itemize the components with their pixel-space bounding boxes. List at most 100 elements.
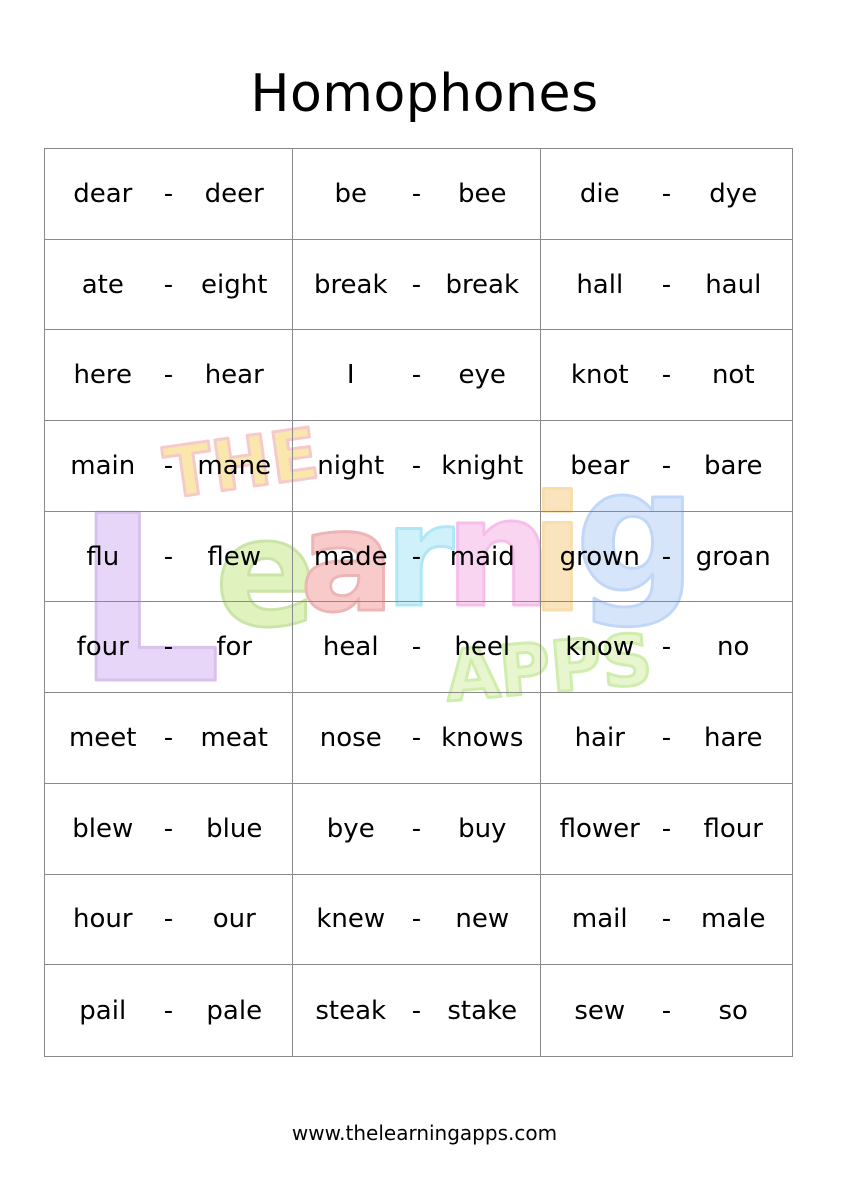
homophone-pair-cell: sew - so — [541, 965, 792, 1056]
homophone-word-first: I — [346, 360, 355, 391]
pair-separator: - — [411, 995, 422, 1026]
homophones-table: dear - deer be - bee die - dye ate - eight break - bre… — [44, 148, 793, 1057]
homophone-word-second: flew — [207, 541, 262, 572]
pair-separator: - — [411, 178, 422, 209]
pair-separator: - — [411, 269, 422, 300]
pair-separator: - — [411, 723, 422, 754]
pair-separator: - — [411, 541, 422, 572]
pair-separator: - — [411, 813, 422, 844]
homophone-word-second: haul — [705, 269, 762, 300]
pair-separator: - — [163, 995, 174, 1026]
homophone-word-first: heal — [322, 632, 379, 663]
homophone-word-first: flower — [559, 813, 640, 844]
homophone-word-second: break — [445, 269, 520, 300]
homophone-word-first: pail — [79, 995, 127, 1026]
homophone-pair-cell: I - eye — [293, 330, 541, 422]
homophone-word-second: hare — [703, 723, 763, 754]
homophone-word-first: here — [73, 360, 133, 391]
pair-separator: - — [163, 360, 174, 391]
homophone-word-second: not — [711, 360, 755, 391]
homophone-pair-cell: made - maid — [293, 511, 541, 603]
homophone-word-second: maid — [449, 541, 515, 572]
homophone-word-first: main — [70, 450, 136, 481]
homophone-pair-cell: steak - stake — [293, 965, 541, 1056]
homophone-word-second: stake — [447, 995, 518, 1026]
pair-separator: - — [163, 632, 174, 663]
homophone-word-first: four — [76, 632, 129, 663]
pair-separator: - — [661, 904, 672, 935]
homophone-word-first: nose — [319, 723, 382, 754]
homophone-word-second: flour — [703, 813, 763, 844]
homophone-word-second: knight — [441, 450, 524, 481]
homophone-pair-cell: be - bee — [293, 149, 541, 240]
homophone-word-second: heel — [454, 632, 511, 663]
homophone-word-second: no — [717, 632, 750, 663]
homophone-word-first: break — [313, 269, 388, 300]
homophone-pair-cell: four - for — [45, 602, 293, 694]
homophone-word-first: ate — [81, 269, 124, 300]
pair-separator: - — [661, 813, 672, 844]
pair-separator: - — [163, 269, 174, 300]
homophone-pair-cell: dear - deer — [45, 149, 293, 240]
homophone-word-second: eight — [201, 269, 268, 300]
homophone-pair-cell: flower - flour — [541, 784, 792, 875]
pair-separator: - — [661, 541, 672, 572]
page-title: Homophones — [250, 64, 599, 124]
homophone-word-first: knew — [316, 904, 386, 935]
homophone-word-second: bare — [703, 450, 763, 481]
pair-separator: - — [661, 723, 672, 754]
homophone-word-second: our — [212, 904, 256, 935]
homophone-word-first: bye — [326, 813, 375, 844]
homophone-pair-cell: nose - knows — [293, 693, 541, 784]
homophone-word-second: male — [701, 904, 766, 935]
homophone-word-first: hair — [574, 723, 625, 754]
homophone-pair-cell: hall - haul — [541, 240, 792, 331]
pair-separator: - — [163, 541, 174, 572]
pair-separator: - — [661, 632, 672, 663]
homophone-word-second: deer — [204, 178, 264, 209]
homophone-word-second: bee — [458, 178, 507, 209]
homophone-word-second: meat — [200, 723, 268, 754]
homophone-word-first: blew — [72, 813, 134, 844]
homophone-word-second: new — [455, 904, 510, 935]
pair-separator: - — [661, 450, 672, 481]
homophone-pair-cell: grown - groan — [541, 512, 792, 603]
homophone-word-second: mane — [197, 450, 272, 481]
homophone-pair-cell: bye - buy — [293, 783, 541, 875]
homophone-pair-cell: blew - blue — [45, 783, 293, 875]
homophone-word-second: groan — [695, 541, 771, 572]
pair-separator: - — [411, 904, 422, 935]
homophone-pair-cell: flu - flew — [45, 511, 293, 603]
homophone-pair-cell: hour - our — [45, 874, 293, 966]
homophone-word-first: hall — [576, 269, 624, 300]
homophone-word-first: meet — [68, 723, 137, 754]
pair-separator: - — [411, 360, 422, 391]
homophone-word-first: sew — [574, 995, 626, 1026]
homophone-word-second: so — [718, 995, 748, 1026]
homophone-word-first: knot — [570, 360, 629, 391]
homophone-pair-cell: mail - male — [541, 875, 792, 966]
homophone-word-first: dear — [73, 178, 133, 209]
homophone-word-first: steak — [315, 995, 387, 1026]
homophone-pair-cell: meet - meat — [45, 693, 293, 784]
homophone-word-second: for — [216, 632, 253, 663]
homophone-word-first: mail — [571, 904, 628, 935]
homophone-pair-cell: ate - eight — [45, 239, 293, 331]
pair-separator: - — [661, 269, 672, 300]
homophone-pair-cell: bear - bare — [541, 421, 792, 512]
homophone-pair-cell: knot - not — [541, 330, 792, 422]
homophone-pair-cell: here - hear — [45, 330, 293, 422]
pair-separator: - — [411, 450, 422, 481]
homophone-word-first: night — [317, 450, 385, 481]
homophone-pair-cell: break - break — [293, 239, 541, 331]
homophone-word-first: made — [313, 541, 388, 572]
homophone-pair-cell: pail - pale — [45, 965, 293, 1056]
pair-separator: - — [661, 360, 672, 391]
pair-separator: - — [661, 178, 672, 209]
homophone-word-first: grown — [559, 541, 640, 572]
homophone-word-second: eye — [458, 360, 506, 391]
pair-separator: - — [661, 995, 672, 1026]
homophone-pair-cell: hair - hare — [541, 693, 792, 784]
homophone-word-second: pale — [206, 995, 263, 1026]
homophone-pair-cell: die - dye — [541, 149, 792, 240]
